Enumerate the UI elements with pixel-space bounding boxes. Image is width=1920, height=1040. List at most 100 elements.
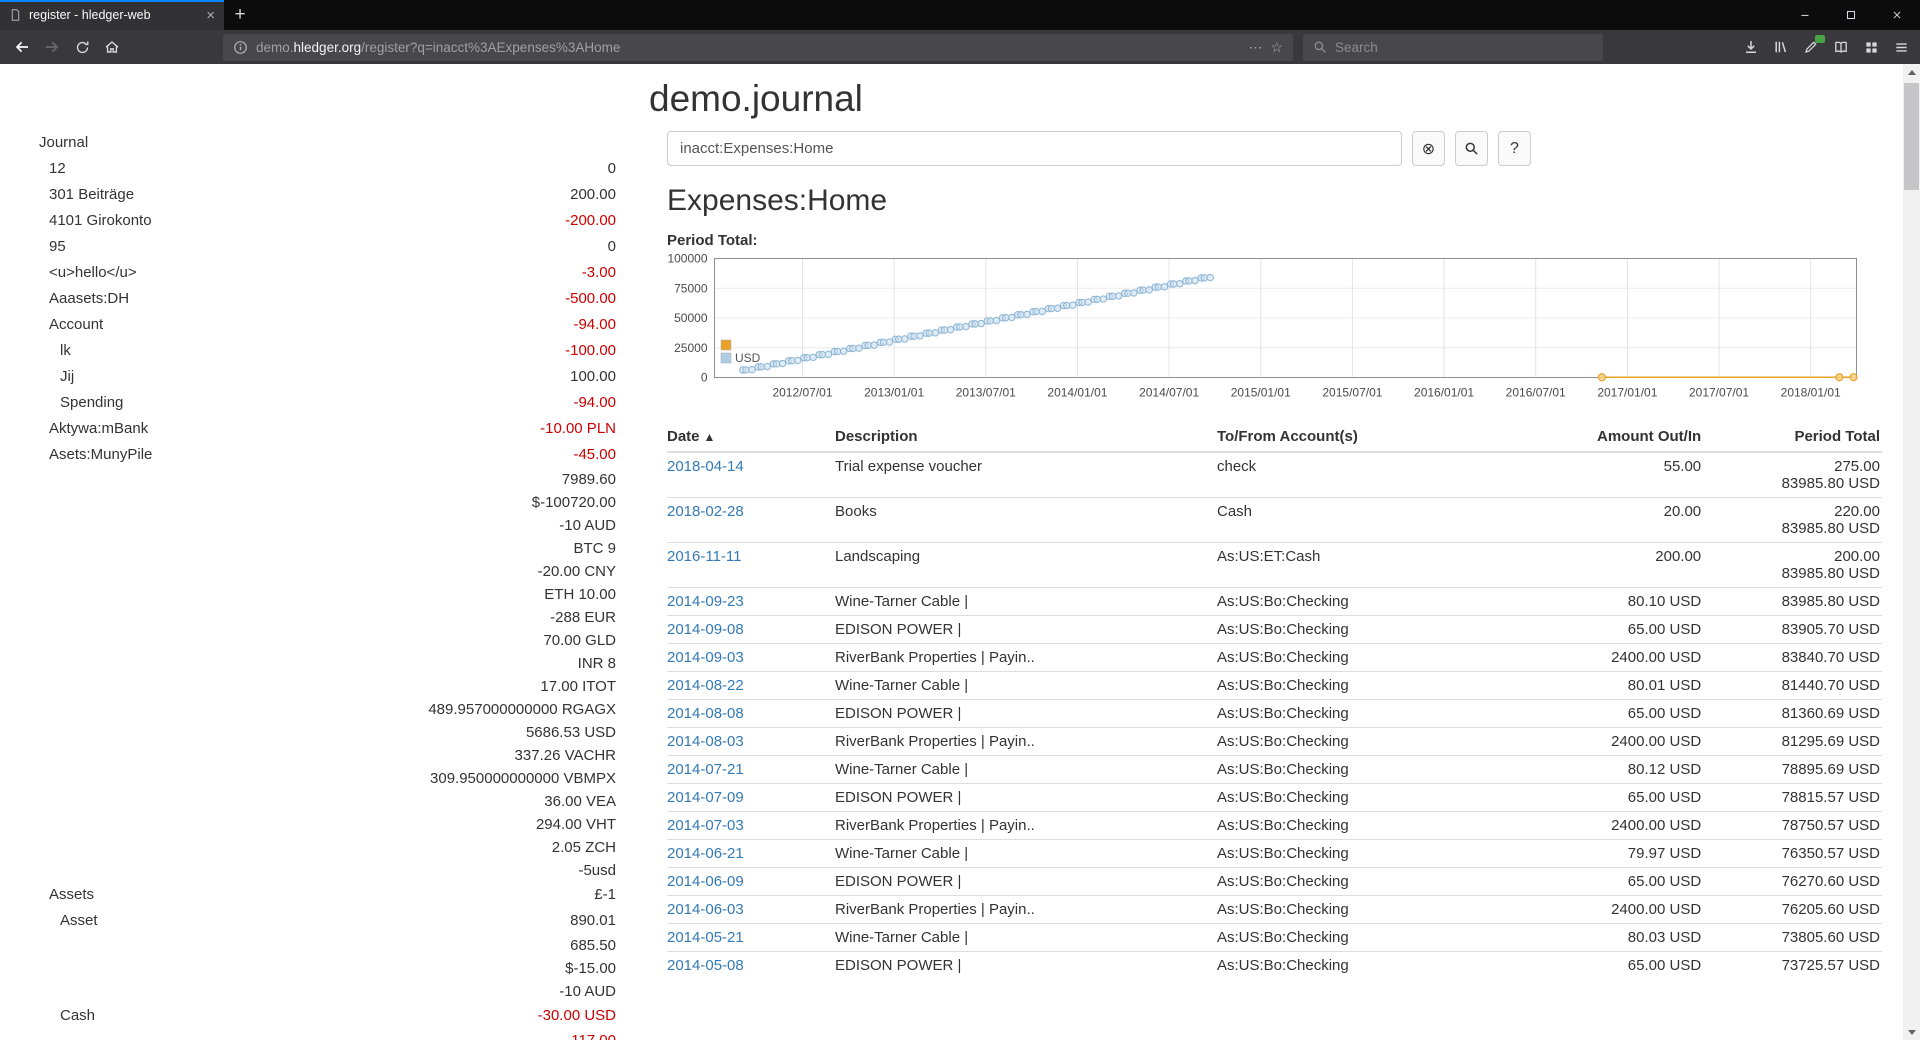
sidebar-account-link[interactable]: 301 Beiträge [49, 182, 134, 208]
register-date-link[interactable]: 2014-06-09 [667, 873, 744, 890]
register-date-link[interactable]: 2014-07-09 [667, 789, 744, 806]
svg-text:USD: USD [735, 351, 761, 365]
extension-badge [1815, 35, 1825, 43]
register-date-link[interactable]: 2014-08-22 [667, 677, 744, 694]
register-date-link[interactable]: 2018-04-14 [667, 458, 744, 475]
svg-text:2017/01/01: 2017/01/01 [1597, 386, 1657, 400]
register-date-link[interactable]: 2014-06-21 [667, 845, 744, 862]
sidebar-balance-line: BTC 9 [39, 537, 616, 560]
register-period-total: 76270.60 USD [1711, 868, 1882, 896]
register-date-link[interactable]: 2014-05-21 [667, 929, 744, 946]
svg-text:50000: 50000 [674, 311, 708, 325]
sidebar-account-link[interactable]: 4101 Girokonto [49, 208, 152, 234]
sidebar-account-link[interactable]: 95 [49, 234, 66, 260]
home-button[interactable] [97, 33, 127, 61]
site-info-icon[interactable] [233, 40, 248, 55]
register-account: As:US:Bo:Checking [1209, 756, 1589, 784]
forward-button[interactable] [37, 33, 67, 61]
help-button[interactable]: ? [1498, 131, 1531, 166]
sidebar-balance-line: 2.05 ZCH [39, 836, 616, 859]
register-period-total: 78750.57 USD [1711, 812, 1882, 840]
register-account: As:US:Bo:Checking [1209, 700, 1589, 728]
window-maximize-button[interactable] [1828, 0, 1874, 30]
sidebar-account-balance: -94.00 [573, 312, 616, 338]
browser-search-bar[interactable]: Search [1303, 34, 1603, 61]
register-date-link[interactable]: 2014-06-03 [667, 901, 744, 918]
toolbar-icons [1736, 33, 1916, 61]
extension-highlighter-icon[interactable] [1796, 33, 1826, 61]
menu-icon[interactable] [1886, 33, 1916, 61]
sidebar-account-link[interactable]: 12 [49, 156, 66, 182]
register-period-total: 83905.70 USD [1711, 616, 1882, 644]
grid-icon[interactable] [1856, 33, 1886, 61]
reader-icon[interactable] [1826, 33, 1856, 61]
register-description: Wine-Tarner Cable | [827, 924, 1209, 952]
sidebar-account-link[interactable]: Account [49, 312, 103, 338]
window-minimize-button[interactable] [1782, 0, 1828, 30]
scrollbar-thumb[interactable] [1904, 83, 1919, 190]
new-tab-button[interactable]: + [224, 0, 256, 30]
register-date-link[interactable]: 2014-09-08 [667, 621, 744, 638]
sidebar-account-balance: -10.00 PLN [540, 416, 616, 442]
search-query-input[interactable] [667, 131, 1402, 166]
scroll-up-arrow-icon[interactable] [1903, 64, 1920, 80]
register-date-link[interactable]: 2016-11-11 [667, 548, 742, 565]
sidebar-account-balance: -10 AUD [559, 514, 616, 537]
clear-search-button[interactable]: ⊗ [1412, 131, 1445, 166]
page-actions-icon[interactable]: ⋯ [1248, 39, 1262, 56]
register-description: Wine-Tarner Cable | [827, 840, 1209, 868]
url-domain: hledger.org [294, 40, 362, 55]
browser-tab[interactable]: register - hledger-web × [0, 0, 224, 30]
register-date-link[interactable]: 2014-09-03 [667, 649, 744, 666]
sidebar-account-link[interactable]: Spending [60, 390, 123, 416]
sidebar-journal-link[interactable]: Journal [39, 130, 616, 156]
register-account: As:US:Bo:Checking [1209, 868, 1589, 896]
column-header-period-total[interactable]: Period Total [1711, 422, 1882, 452]
url-bar[interactable]: demo.hledger.org/register?q=inacct%3AExp… [223, 34, 1293, 61]
register-amount: 80.03 USD [1589, 924, 1711, 952]
sidebar-account-row: Cash-30.00 USD [39, 1003, 616, 1029]
register-row: 2014-05-21Wine-Tarner Cable |As:US:Bo:Ch… [667, 924, 1882, 952]
sidebar-account-link[interactable]: Cash [60, 1003, 95, 1029]
sidebar-account-link[interactable]: Asets:MunyPile [49, 442, 152, 468]
column-header-description[interactable]: Description [827, 422, 1209, 452]
sidebar-balance-line: 70.00 GLD [39, 629, 616, 652]
register-date-link[interactable]: 2014-08-03 [667, 733, 744, 750]
sidebar-account-link[interactable]: <u>hello</u> [49, 260, 137, 286]
downloads-icon[interactable] [1736, 33, 1766, 61]
register-date-link[interactable]: 2018-02-28 [667, 503, 744, 520]
register-date-link[interactable]: 2014-07-03 [667, 817, 744, 834]
sidebar-account-link[interactable]: Jij [60, 364, 74, 390]
sidebar-balance-line: 294.00 VHT [39, 813, 616, 836]
bookmark-star-icon[interactable]: ☆ [1270, 39, 1283, 56]
register-date-link[interactable]: 2014-08-08 [667, 705, 744, 722]
window-close-button[interactable] [1874, 0, 1920, 30]
column-header-account[interactable]: To/From Account(s) [1209, 422, 1589, 452]
register-row: 2014-08-22Wine-Tarner Cable |As:US:Bo:Ch… [667, 672, 1882, 700]
sidebar-balance-line: -117.00 [39, 1029, 616, 1040]
sidebar-account-link[interactable]: Asset [60, 908, 98, 934]
sidebar-account-row: lk-100.00 [39, 338, 616, 364]
register-period-total: 76205.60 USD [1711, 896, 1882, 924]
sidebar-account-link[interactable]: Aaasets:DH [49, 286, 129, 312]
column-header-date[interactable]: Date▲ [667, 422, 827, 452]
sidebar-account-row: Assets£-1 [39, 882, 616, 908]
sidebar-balance-line: $-100720.00 [39, 491, 616, 514]
reload-button[interactable] [67, 33, 97, 61]
scroll-down-arrow-icon[interactable] [1903, 1024, 1920, 1040]
register-date-link[interactable]: 2014-05-08 [667, 957, 744, 974]
sidebar-account-balance: 489.957000000000 RGAGX [428, 698, 616, 721]
back-button[interactable] [7, 33, 37, 61]
tab-close-icon[interactable]: × [206, 8, 215, 23]
register-date-link[interactable]: 2014-07-21 [667, 761, 744, 778]
sidebar-account-balance: -10 AUD [559, 980, 616, 1003]
register-amount: 200.00 [1589, 543, 1711, 588]
sidebar-account-link[interactable]: lk [60, 338, 71, 364]
sidebar-account-link[interactable]: Assets [49, 882, 94, 908]
register-date-link[interactable]: 2014-09-23 [667, 593, 744, 610]
search-button[interactable] [1455, 131, 1488, 166]
column-header-amount[interactable]: Amount Out/In [1589, 422, 1711, 452]
page-scrollbar[interactable] [1903, 64, 1920, 1040]
library-icon[interactable] [1766, 33, 1796, 61]
sidebar-account-link[interactable]: Aktywa:mBank [49, 416, 148, 442]
